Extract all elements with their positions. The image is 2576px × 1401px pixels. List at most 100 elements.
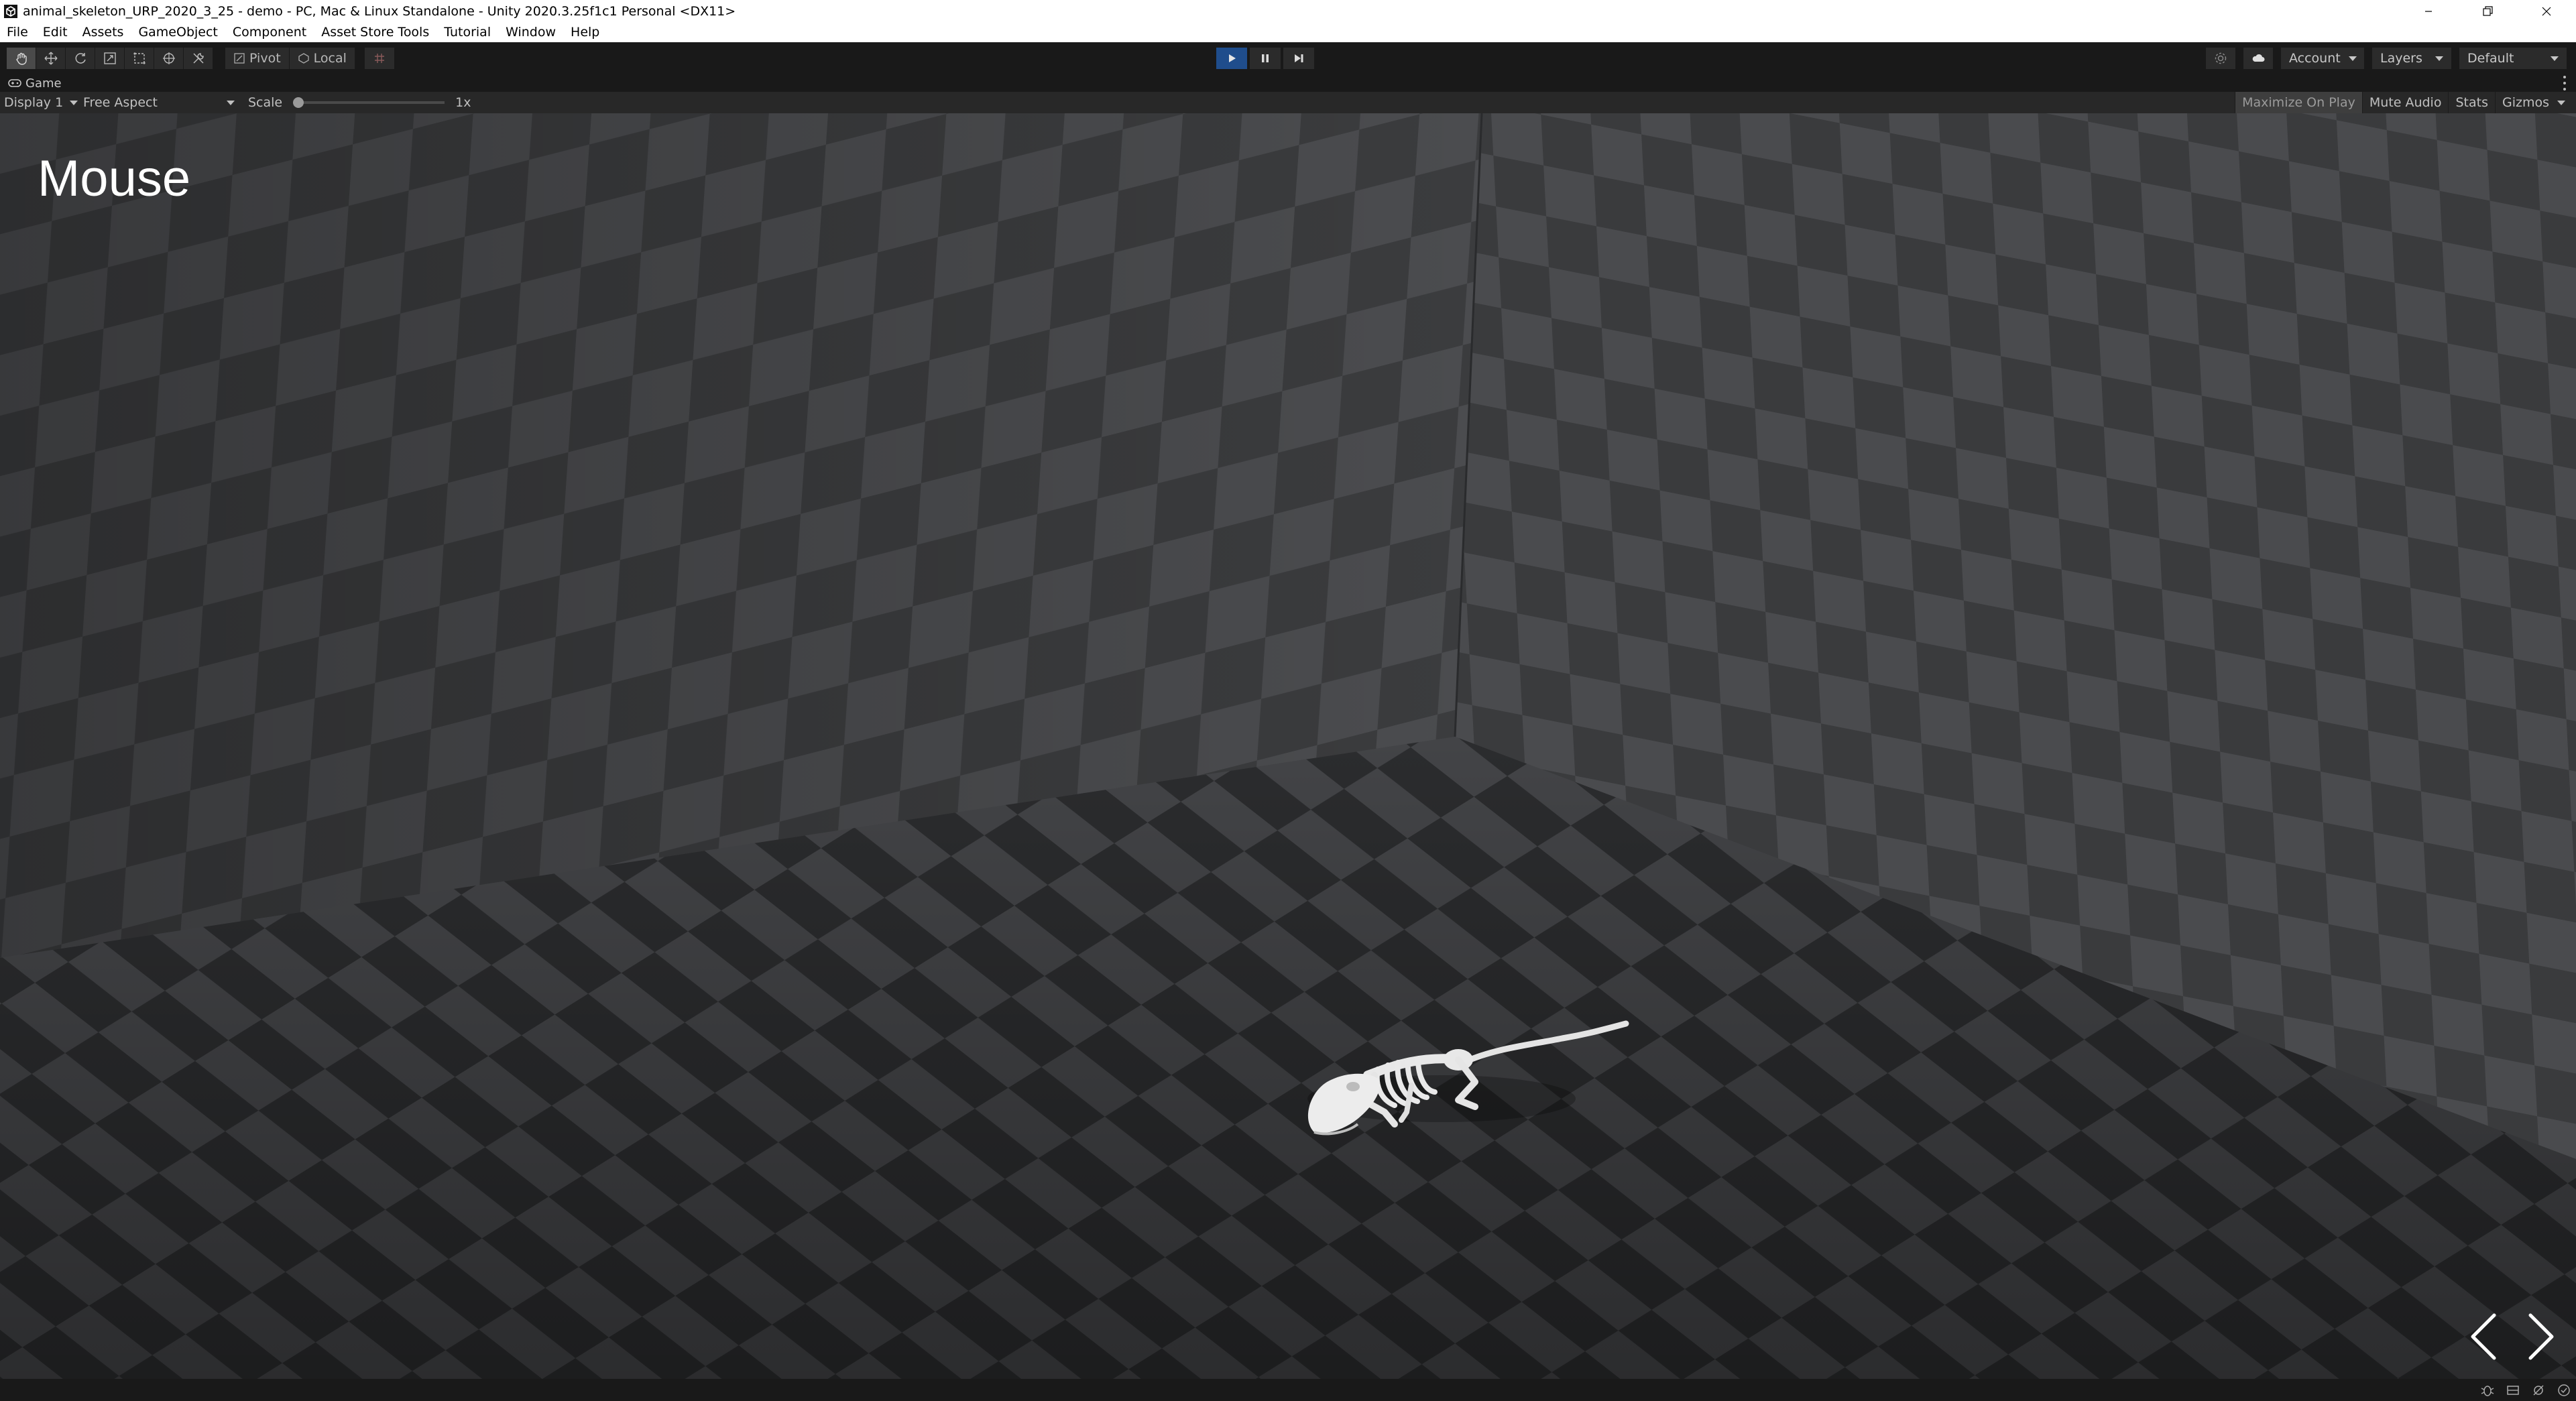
step-icon <box>1295 54 1303 62</box>
scale-slider-thumb[interactable] <box>293 97 304 108</box>
toolbar-right: Account Layers Default <box>2206 48 2567 69</box>
account-dropdown[interactable]: Account <box>2281 48 2364 69</box>
mute-audio-label: Mute Audio <box>2369 95 2442 110</box>
move-icon <box>44 52 57 65</box>
hand-tool-button[interactable] <box>7 48 36 69</box>
menu-help[interactable]: Help <box>571 25 599 40</box>
cloud-icon <box>2252 54 2265 62</box>
gizmos-toggle[interactable]: Gizmos <box>2494 92 2576 113</box>
bug-icon[interactable] <box>2479 1383 2496 1398</box>
mute-audio-toggle[interactable]: Mute Audio <box>2361 92 2449 113</box>
game-view-controls: Display 1 Free Aspect Scale 1x Maximize … <box>0 92 2576 113</box>
stats-label: Stats <box>2455 95 2488 110</box>
local-toggle[interactable]: Local <box>289 48 355 69</box>
unity-logo-icon <box>4 4 17 18</box>
rotate-tool-button[interactable] <box>66 48 95 69</box>
kebab-dot-icon <box>2563 88 2566 90</box>
services-button[interactable] <box>2206 48 2235 69</box>
display-dropdown[interactable]: Display 1 <box>0 95 79 110</box>
pivot-toggle[interactable]: Pivot <box>225 48 290 69</box>
game-tab-bar: Game <box>0 74 2576 92</box>
next-arrow-icon[interactable] <box>2521 1310 2561 1363</box>
menu-window[interactable]: Window <box>506 25 556 40</box>
maximize-on-play-toggle[interactable]: Maximize On Play <box>2235 92 2362 113</box>
custom-tool-button[interactable] <box>184 48 213 69</box>
step-button[interactable] <box>1283 48 1314 69</box>
close-button[interactable] <box>2517 0 2576 22</box>
previous-arrow-icon[interactable] <box>2463 1310 2504 1363</box>
gamepad-icon <box>8 79 21 87</box>
pause-icon <box>1262 54 1269 62</box>
network-icon[interactable] <box>2505 1383 2521 1398</box>
pause-button[interactable] <box>1250 48 1281 69</box>
pivot-icon <box>234 53 245 64</box>
restore-button[interactable] <box>2458 0 2517 22</box>
close-icon <box>2542 7 2551 15</box>
tab-options-menu[interactable] <box>2561 76 2568 90</box>
mouse-skeleton-model[interactable] <box>1294 911 1629 1179</box>
wrench-icon <box>192 53 204 64</box>
tab-game[interactable]: Game <box>0 76 62 90</box>
chevron-down-icon <box>2551 56 2559 61</box>
scale-icon <box>103 52 116 64</box>
transform-tool-button[interactable] <box>154 48 184 69</box>
menu-assets[interactable]: Assets <box>82 25 124 40</box>
display-label: Display 1 <box>4 95 64 110</box>
scene-title: Mouse <box>38 150 191 207</box>
move-tool-button[interactable] <box>36 48 66 69</box>
minimize-icon <box>2425 10 2432 12</box>
grid-snap-button[interactable] <box>364 48 394 69</box>
game-viewport[interactable]: Mouse <box>0 113 2576 1379</box>
auto-generate-lighting-icon[interactable] <box>2530 1383 2546 1398</box>
progress-check-icon[interactable] <box>2556 1383 2572 1398</box>
menu-edit[interactable]: Edit <box>43 25 68 40</box>
menu-tutorial[interactable]: Tutorial <box>444 25 491 40</box>
hand-icon <box>15 52 27 65</box>
layout-label: Default <box>2467 51 2514 66</box>
status-bar <box>0 1379 2576 1401</box>
main-toolbar: Pivot Local Account Layers Default <box>0 42 2576 74</box>
menu-component[interactable]: Component <box>233 25 306 40</box>
stats-toggle[interactable]: Stats <box>2448 92 2495 113</box>
account-label: Account <box>2289 51 2341 66</box>
window-title: animal_skeleton_URP_2020_3_25 - demo - P… <box>23 3 736 19</box>
window-title-bar: animal_skeleton_URP_2020_3_25 - demo - P… <box>0 0 2576 22</box>
aspect-label: Free Aspect <box>83 95 158 110</box>
local-icon <box>298 53 309 64</box>
scale-label: Scale <box>248 95 283 110</box>
collab-button[interactable] <box>2243 48 2273 69</box>
kebab-dot-icon <box>2563 82 2566 84</box>
chevron-down-icon <box>2557 100 2565 105</box>
checkerboard-room <box>0 113 2576 1379</box>
gear-icon <box>2215 52 2227 64</box>
window-controls <box>2399 0 2576 22</box>
transform-tools <box>7 48 213 69</box>
layers-dropdown[interactable]: Layers <box>2372 48 2451 69</box>
pivot-label: Pivot <box>249 51 281 66</box>
restore-icon <box>2483 5 2493 16</box>
menu-bar: File Edit Assets GameObject Component As… <box>0 22 2576 42</box>
rect-tool-button[interactable] <box>125 48 154 69</box>
menu-asset-store-tools[interactable]: Asset Store Tools <box>321 25 429 40</box>
transform-icon <box>162 52 175 64</box>
play-button[interactable] <box>1216 48 1247 69</box>
scale-slider[interactable] <box>293 97 445 108</box>
minimize-button[interactable] <box>2399 0 2458 22</box>
kebab-dot-icon <box>2563 76 2566 78</box>
rotate-icon <box>75 53 86 64</box>
layout-dropdown[interactable]: Default <box>2459 48 2567 69</box>
menu-file[interactable]: File <box>7 25 28 40</box>
aspect-dropdown[interactable]: Free Aspect <box>79 95 235 110</box>
pivot-group: Pivot Local <box>225 48 355 69</box>
menu-gameobject[interactable]: GameObject <box>138 25 217 40</box>
chevron-down-icon <box>227 100 235 105</box>
tab-game-label: Game <box>25 76 62 90</box>
gizmos-label: Gizmos <box>2502 95 2549 110</box>
maximize-on-play-label: Maximize On Play <box>2242 95 2355 110</box>
grid-snap-icon <box>374 54 384 63</box>
chevron-down-icon <box>70 100 78 105</box>
playback-controls <box>1216 48 1314 69</box>
scale-tool-button[interactable] <box>95 48 125 69</box>
game-view-toggles: Maximize On Play Mute Audio Stats Gizmos <box>2235 92 2576 113</box>
local-label: Local <box>313 51 347 66</box>
